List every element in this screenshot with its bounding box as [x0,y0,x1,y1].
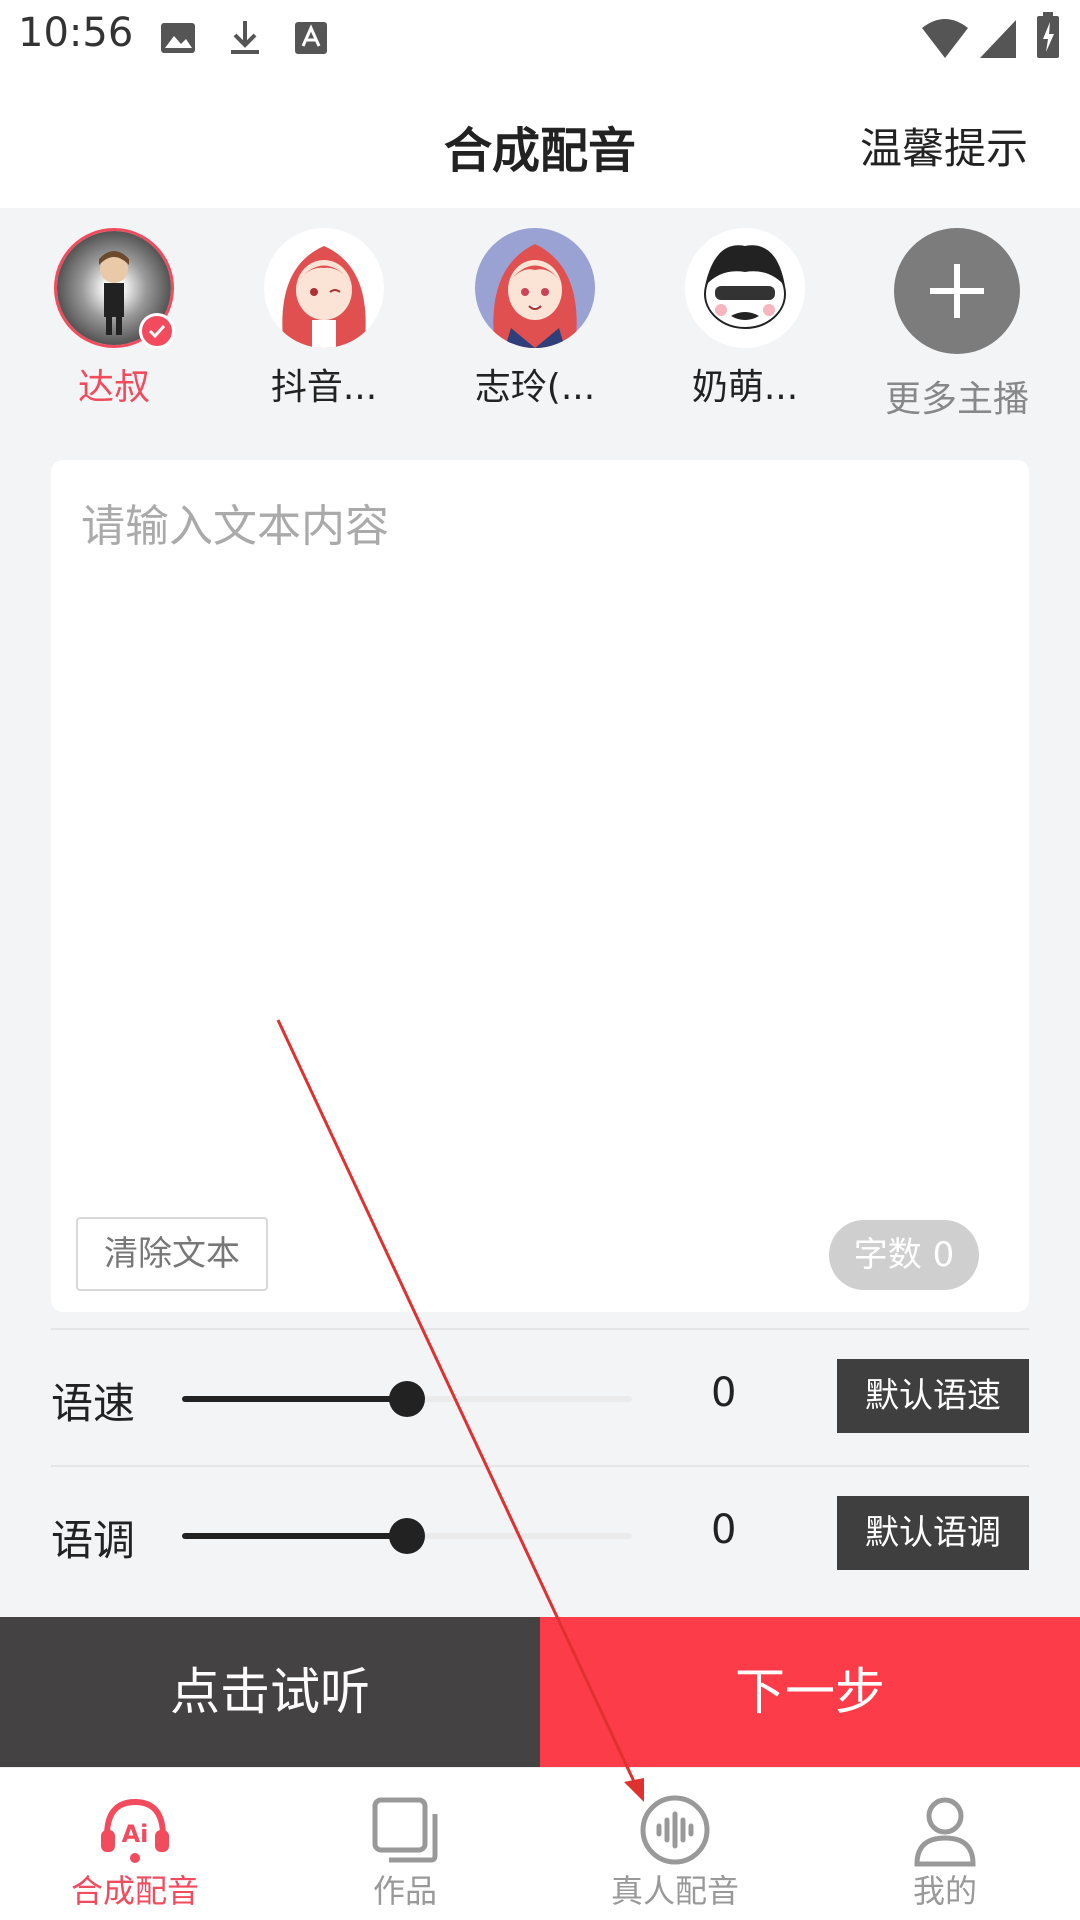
avatar-image [475,228,595,348]
avatar-image [685,228,805,348]
avatar [475,228,595,348]
ai-headphones-icon: Ai [101,1798,169,1863]
status-bar: 10:56 [0,0,1080,75]
next-step-button[interactable]: 下一步 [540,1617,1080,1767]
speed-slider-fill [182,1396,407,1402]
anchor-item-zhiling[interactable]: 志玲(... [445,228,625,410]
works-icon [372,1797,438,1863]
voice-wave-icon [640,1795,710,1865]
speed-label: 语速 [51,1379,136,1428]
avatar [54,228,175,349]
app-header: 合成配音 温馨提示 [0,75,1080,208]
anchor-name: 达叔 [77,367,150,408]
more-anchors-label: 更多主播 [884,379,1029,420]
default-speed-button[interactable]: 默认语速 [837,1359,1029,1433]
text-editor: 清除文本 字数 0 [51,460,1029,1312]
nav-tab-human-dubbing[interactable]: 真人配音 [540,1768,810,1920]
nav-label: 作品 [372,1872,437,1910]
bottom-nav: Ai 合成配音 作品 真人配音 我的 [0,1767,1080,1920]
divider [51,1328,1029,1330]
pitch-row: 语调 0 默认语调 [51,1469,1029,1599]
anchor-list: 达叔 抖音... 志玲(... 奶萌... 更多主播 [0,208,1080,423]
status-time: 10:56 [18,10,134,56]
text-a-icon [295,22,327,54]
tips-link[interactable]: 温馨提示 [860,115,1028,176]
nav-label: 真人配音 [610,1872,739,1910]
add-icon [894,228,1020,354]
cell-signal-icon [980,20,1016,58]
speed-value: 0 [711,1370,737,1416]
speed-slider[interactable] [182,1381,632,1417]
download-icon [231,21,259,54]
wifi-icon [922,19,968,58]
more-anchors-button[interactable]: 更多主播 [867,228,1047,422]
pitch-slider[interactable] [182,1518,632,1554]
nav-label: 我的 [912,1872,977,1910]
nav-tab-works[interactable]: 作品 [270,1768,540,1920]
speed-row: 语速 0 默认语速 [51,1332,1029,1462]
image-icon [161,23,195,53]
svg-text:Ai: Ai [122,1820,149,1848]
nav-label: 合成配音 [70,1872,199,1910]
avatar [685,228,805,348]
selected-check-icon [139,313,175,349]
anchor-item-naimeng[interactable]: 奶萌... [655,228,835,410]
battery-icon [1037,12,1059,58]
anchor-item-dashu[interactable]: 达叔 [24,228,204,410]
anchor-name: 抖音... [270,367,378,408]
person-icon [914,1797,976,1867]
speed-slider-thumb[interactable] [389,1381,425,1417]
divider [51,1465,1029,1467]
anchor-name: 奶萌... [691,367,799,408]
pitch-slider-thumb[interactable] [389,1518,425,1554]
clear-text-button[interactable]: 清除文本 [76,1217,268,1291]
anchor-item-douyin[interactable]: 抖音... [234,228,414,410]
listen-preview-button[interactable]: 点击试听 [0,1617,540,1767]
default-pitch-button[interactable]: 默认语调 [837,1496,1029,1570]
nav-tab-synth-dubbing[interactable]: Ai 合成配音 [0,1768,270,1920]
char-count-badge: 字数 0 [829,1220,979,1290]
pitch-slider-fill [182,1533,407,1539]
anchor-name: 志玲(... [474,367,596,408]
nav-tab-mine[interactable]: 我的 [810,1768,1080,1920]
pitch-value: 0 [711,1507,737,1553]
pitch-label: 语调 [51,1516,136,1565]
avatar-image [264,228,384,348]
avatar [264,228,384,348]
text-input[interactable] [81,490,1001,1230]
